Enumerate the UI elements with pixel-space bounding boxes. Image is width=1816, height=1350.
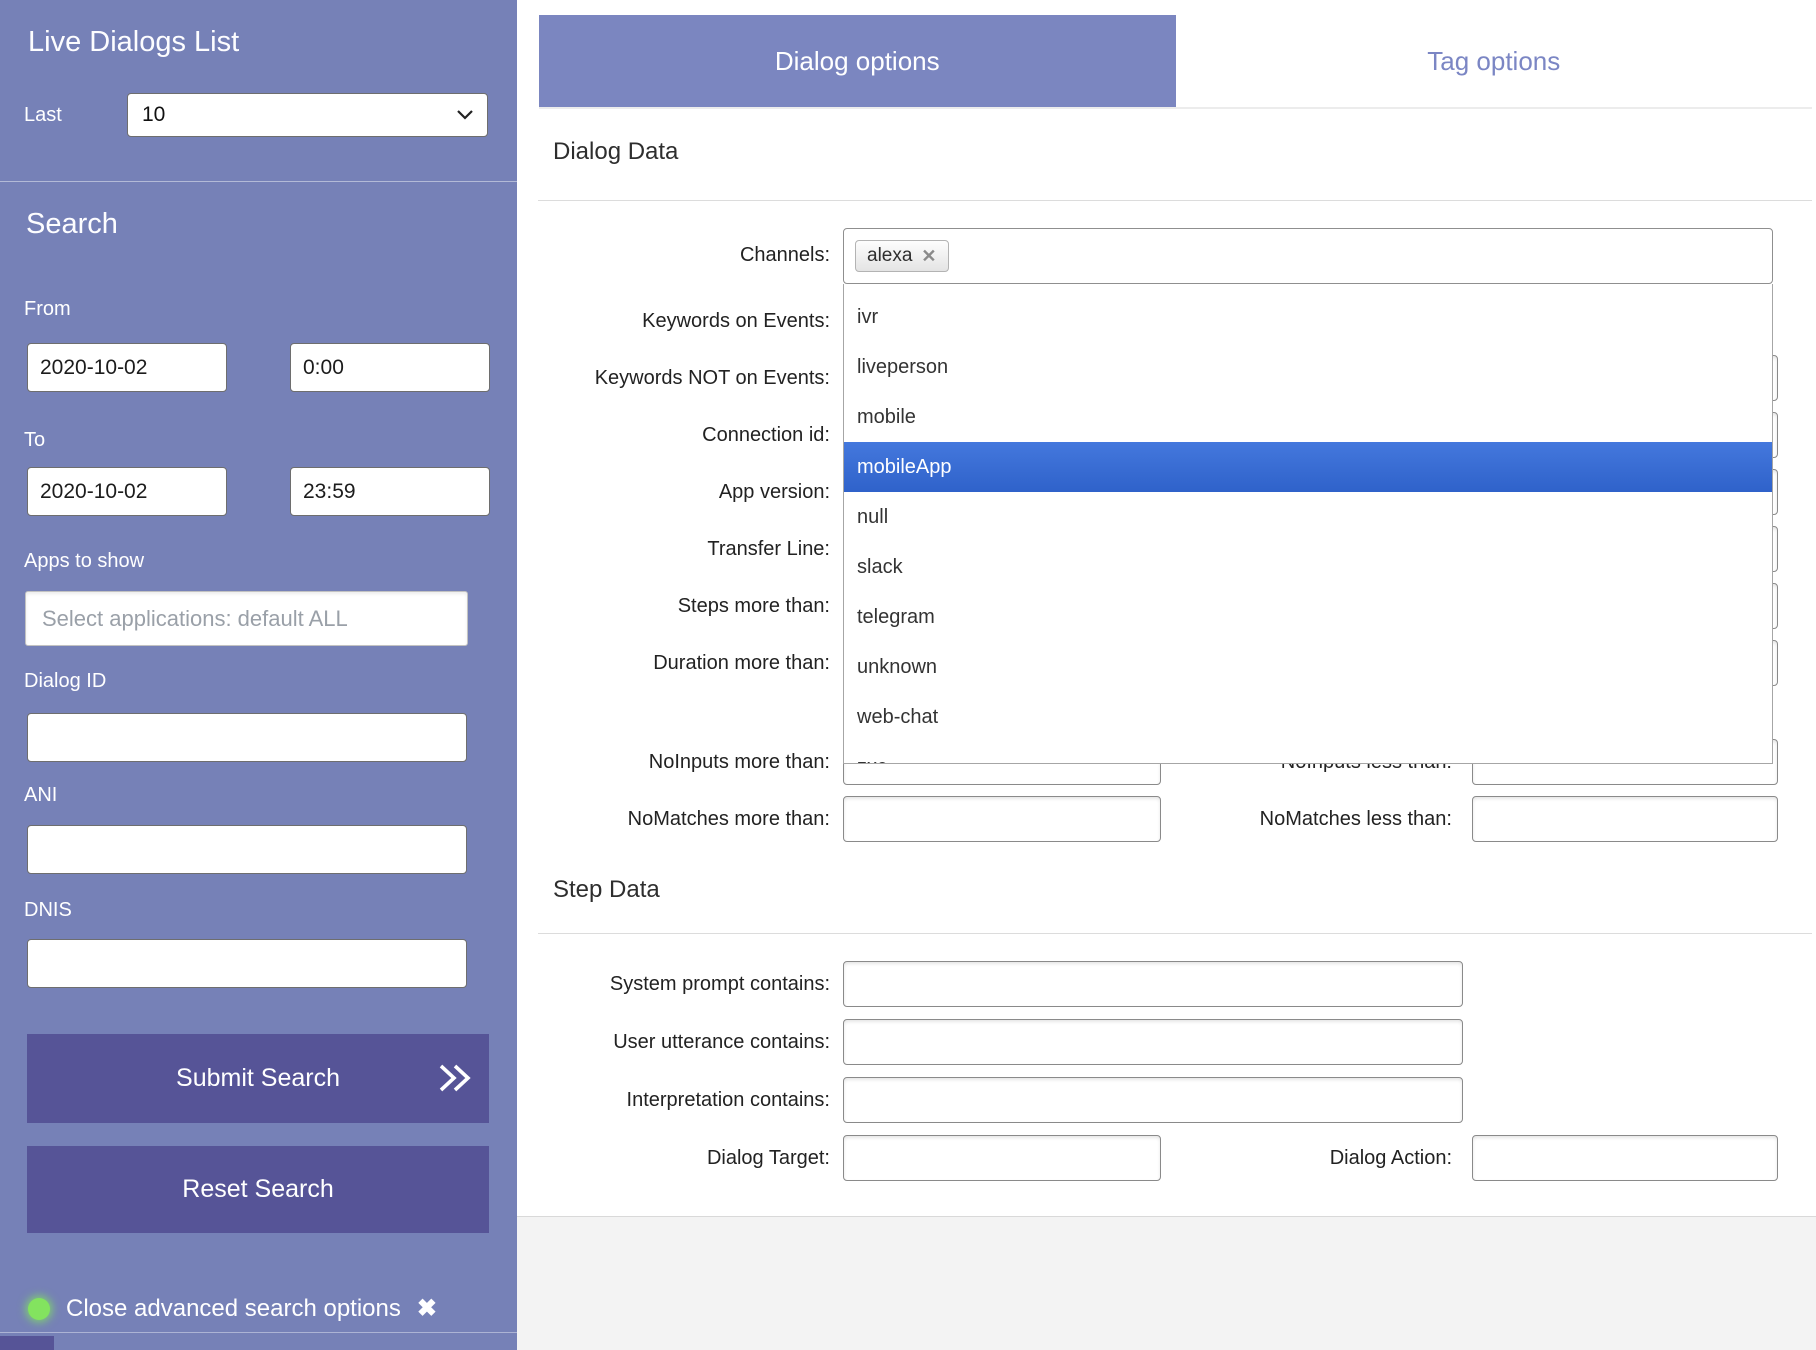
dialog-id-label: Dialog ID	[24, 668, 106, 694]
close-advanced-search[interactable]: Close advanced search options ✖	[28, 1294, 437, 1323]
form-label: App version:	[460, 479, 830, 505]
sidebar-bottom-divider	[0, 1332, 517, 1333]
channel-chip-label: alexa	[867, 245, 912, 267]
section-divider	[538, 933, 1812, 934]
to-label: To	[24, 427, 45, 453]
form-label: System prompt contains:	[440, 971, 830, 997]
last-select-value: 10	[142, 103, 165, 127]
form-label: Interpretation contains:	[440, 1087, 830, 1113]
last-select[interactable]: 10	[127, 93, 488, 137]
apps-to-show-label: Apps to show	[24, 548, 144, 574]
dropdown-option[interactable]: zxc	[844, 742, 1772, 764]
dropdown-option[interactable]: slack	[844, 542, 1772, 592]
dialog-data-heading: Dialog Data	[553, 138, 678, 166]
user-utterance-contains-input[interactable]	[843, 1019, 1463, 1065]
from-date-input[interactable]	[27, 343, 227, 392]
sidebar-title: Live Dialogs List	[28, 26, 239, 59]
form-label: Keywords NOT on Events:	[460, 365, 830, 391]
apps-select-input[interactable]	[25, 591, 468, 646]
to-date-input[interactable]	[27, 467, 227, 516]
channels-label: Channels:	[460, 242, 830, 268]
last-label: Last	[24, 102, 62, 128]
dnis-label: DNIS	[24, 897, 72, 923]
footer-strip	[517, 1216, 1816, 1350]
submit-search-button[interactable]: Submit Search	[27, 1034, 489, 1123]
reset-search-label: Reset Search	[182, 1175, 333, 1203]
dropdown-option-highlighted[interactable]: mobileApp	[844, 442, 1772, 492]
dnis-input[interactable]	[27, 939, 467, 988]
live-dialogs-page: Live Dialogs List Last 10 Search From To…	[0, 0, 1816, 1350]
section-divider	[538, 200, 1812, 201]
channel-chip-alexa: alexa ✕	[855, 240, 949, 272]
nomatches-more-than-input[interactable]	[843, 796, 1161, 842]
dropdown-option[interactable]: ivr	[844, 292, 1772, 342]
form-label: NoMatches more than:	[460, 806, 830, 832]
form-label: Steps more than:	[460, 593, 830, 619]
nomatches-less-than-input[interactable]	[1472, 796, 1778, 842]
form-label: Duration more than:	[460, 650, 830, 676]
green-dot-icon	[28, 1298, 50, 1320]
ani-label: ANI	[24, 782, 57, 808]
close-advanced-label: Close advanced search options	[66, 1295, 401, 1323]
sidebar: Live Dialogs List Last 10 Search From To…	[0, 0, 517, 1350]
form-label: User utterance contains:	[440, 1029, 830, 1055]
reset-search-button[interactable]: Reset Search	[27, 1146, 489, 1233]
form-label: Transfer Line:	[460, 536, 830, 562]
search-title: Search	[26, 208, 118, 241]
dropdown-option[interactable]: unknown	[844, 642, 1772, 692]
form-label: Connection id:	[460, 422, 830, 448]
ani-input[interactable]	[27, 825, 467, 874]
submit-search-label: Submit Search	[176, 1064, 340, 1092]
form-label: NoInputs more than:	[460, 749, 830, 775]
channels-multiselect[interactable]: alexa ✕	[843, 228, 1773, 284]
dropdown-option[interactable]: telegram	[844, 592, 1772, 642]
form-label: Keywords on Events:	[460, 308, 830, 334]
bottom-corner-block	[0, 1336, 54, 1350]
dialog-target-label: Dialog Target:	[460, 1145, 830, 1171]
channels-dropdown: ivr liveperson mobile mobileApp null sla…	[843, 284, 1773, 764]
chevron-down-icon	[457, 110, 473, 120]
dropdown-option[interactable]: liveperson	[844, 342, 1772, 392]
dropdown-option[interactable]: null	[844, 492, 1772, 542]
dialog-action-input[interactable]	[1472, 1135, 1778, 1181]
sidebar-divider	[0, 181, 517, 182]
tab-dialog-options[interactable]: Dialog options	[539, 15, 1176, 107]
interpretation-contains-input[interactable]	[843, 1077, 1463, 1123]
tab-tag-options[interactable]: Tag options	[1176, 15, 1813, 107]
system-prompt-contains-input[interactable]	[843, 961, 1463, 1007]
dialog-id-input[interactable]	[27, 713, 467, 762]
tab-bar: Dialog options Tag options	[539, 15, 1812, 109]
from-label: From	[24, 296, 71, 322]
dropdown-option[interactable]: mobile	[844, 392, 1772, 442]
step-data-heading: Step Data	[553, 876, 660, 904]
close-icon: ✖	[417, 1294, 437, 1323]
chip-remove-icon[interactable]: ✕	[921, 246, 936, 267]
dialog-target-input[interactable]	[843, 1135, 1161, 1181]
dropdown-option[interactable]: web-chat	[844, 692, 1772, 742]
